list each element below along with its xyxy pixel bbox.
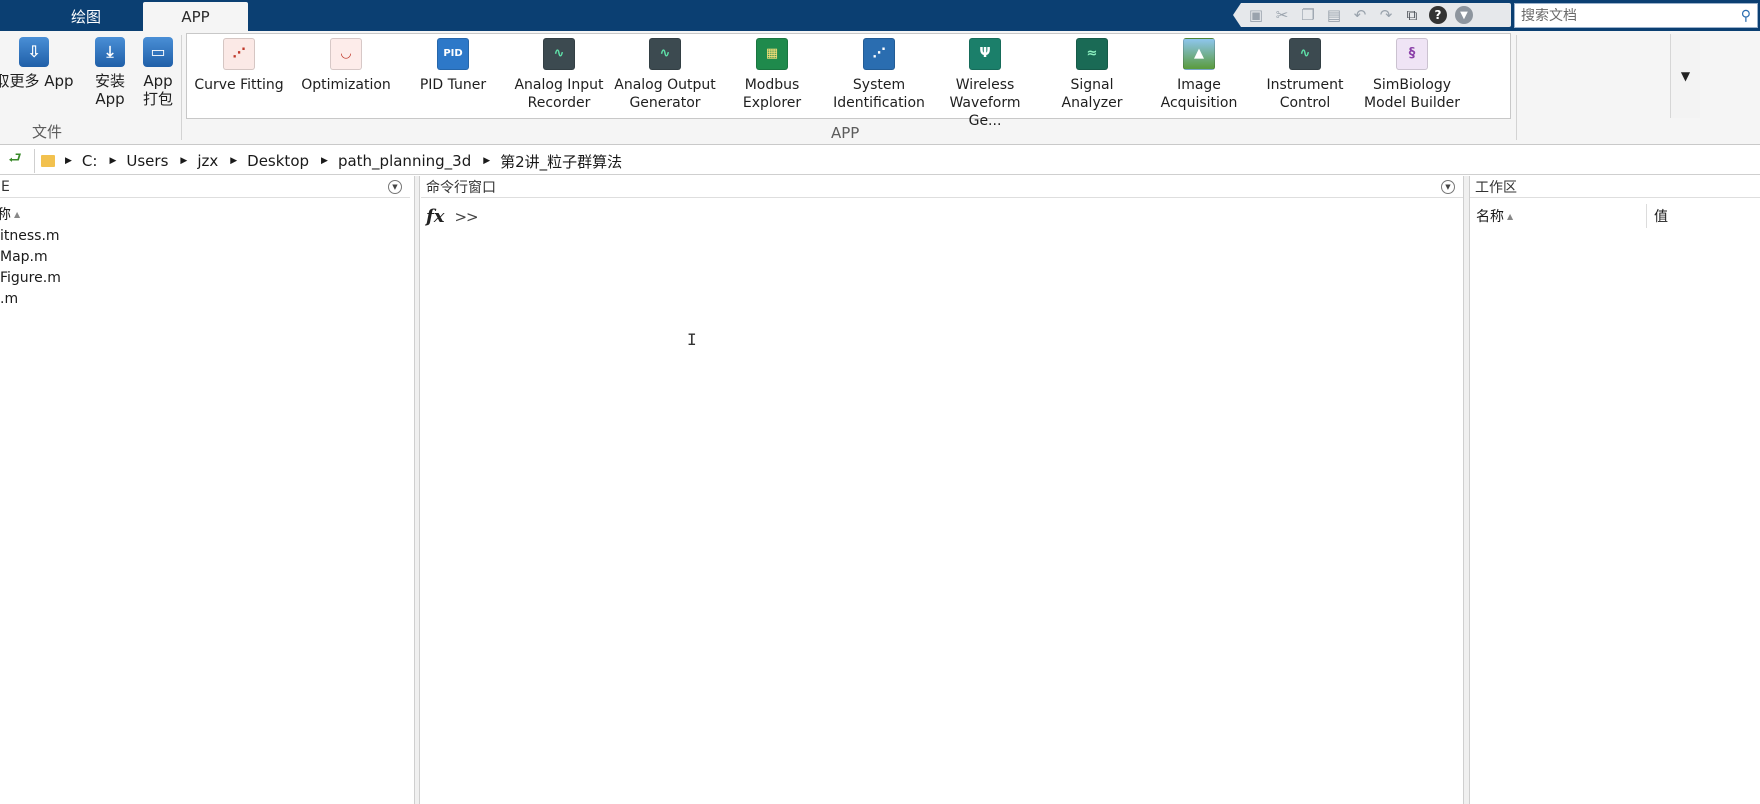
prompt-symbol: >> [454,207,478,226]
install-app-button[interactable]: ⤓ 安装 App [86,37,134,108]
folder-icon [41,155,55,167]
text-cursor-icon: I [687,330,697,349]
panel-menu-icon[interactable]: ▼ [388,180,402,194]
package-app-button[interactable]: ▭ App 打包 [134,37,182,108]
dropdown-icon[interactable]: ▼ [1451,4,1477,26]
instrument-control-icon: ∿ [1289,38,1321,70]
app-modbus-explorer[interactable]: ▦ Modbus Explorer [720,38,824,112]
panel-splitter[interactable] [1463,176,1470,804]
pid-tuner-icon: PID [437,38,469,70]
package-icon: ▭ [143,37,173,67]
wireless-waveform-icon: Ψ [969,38,1001,70]
undo-icon[interactable]: ↶ [1347,4,1373,26]
switch-windows-icon[interactable]: ⧉ [1399,4,1425,26]
breadcrumb-segment[interactable]: C: [82,152,98,170]
chevron-right-icon[interactable]: ▶ [230,156,237,166]
command-window-title: 命令行窗口 [426,179,496,196]
chevron-right-icon[interactable]: ▶ [180,156,187,166]
sort-ascending-icon: ▲ [1507,211,1514,221]
list-item[interactable]: itness.m [0,228,60,244]
column-header-name[interactable]: 名称 ▲ [1476,202,1513,230]
workspace-panel: 工作区 名称 ▲ 值 [1470,176,1760,804]
gallery-expand-button[interactable]: ▼ [1670,34,1700,118]
app-curve-fitting[interactable]: ⋰ Curve Fitting [187,38,291,94]
search-input[interactable] [1521,7,1741,24]
column-header-value[interactable]: 值 [1654,202,1668,230]
simbiology-icon: § [1396,38,1428,70]
copy-icon[interactable]: ❐ [1295,4,1321,26]
app-optimization[interactable]: ◡ Optimization [294,38,398,94]
optimization-icon: ◡ [330,38,362,70]
save-icon[interactable]: ▣ [1243,4,1269,26]
paste-icon[interactable]: ▤ [1321,4,1347,26]
chevron-right-icon[interactable]: ▶ [65,156,72,166]
search-icon[interactable]: ⚲ [1741,8,1751,24]
install-icon: ⤓ [95,37,125,67]
app-group-label: APP [831,124,860,142]
command-window[interactable]: 命令行窗口 ▼ [421,176,1463,804]
panel-splitter[interactable] [414,176,420,804]
breadcrumb-segment[interactable]: path_planning_3d [338,152,471,170]
breadcrumb-segment[interactable]: 第2讲_粒子群算法 [500,151,622,172]
analog-output-icon: ∿ [649,38,681,70]
column-header-name[interactable]: 称 ▲ [0,204,20,224]
group-divider [1516,35,1517,140]
current-folder-panel: E ▼ 称 ▲ itness.m Map.m Figure.m .m [0,176,414,804]
signal-analyzer-icon: ≈ [1076,38,1108,70]
app-signal-analyzer[interactable]: ≈ Signal Analyzer [1040,38,1144,112]
system-identification-icon: ⋰ [863,38,895,70]
title-bar: 绘图 APP ▣ ✂ ❐ ▤ ↶ ↷ ⧉ ? ▼ ⚲ [0,0,1760,31]
app-gallery: ⋰ Curve Fitting ◡ Optimization PID PID T… [186,33,1700,129]
help-icon[interactable]: ? [1425,4,1451,26]
breadcrumb-segment[interactable]: Users [126,152,168,170]
chevron-right-icon[interactable]: ▶ [109,156,116,166]
group-divider [181,35,182,140]
list-item[interactable]: .m [0,291,18,307]
ribbon: ⇩ 取更多 App ⤓ 安装 App ▭ App 打包 文件 ⋰ Curve F… [0,31,1760,145]
chevron-right-icon[interactable]: ▶ [483,156,490,166]
modbus-icon: ▦ [756,38,788,70]
app-wireless-waveform-generator[interactable]: Ψ Wireless Waveform Ge... [933,38,1037,130]
tab-plots[interactable]: 绘图 [40,2,132,31]
cut-icon[interactable]: ✂ [1269,4,1295,26]
curve-fitting-icon: ⋰ [223,38,255,70]
search-box: ⚲ [1514,3,1758,28]
breadcrumb-segment[interactable]: jzx [197,152,218,170]
app-pid-tuner[interactable]: PID PID Tuner [401,38,505,94]
get-more-apps-button[interactable]: ⇩ 取更多 App [0,37,76,90]
chevron-down-icon: ▼ [1680,69,1691,83]
workspace-title: 工作区 [1475,179,1517,196]
quick-access-toolbar: ▣ ✂ ❐ ▤ ↶ ↷ ⧉ ? ▼ [1233,3,1511,27]
app-image-acquisition[interactable]: ▲ Image Acquisition [1147,38,1251,112]
current-folder-bar: ⮐ ▶ C: ▶ Users ▶ jzx ▶ Desktop ▶ path_pl… [0,147,1760,175]
browse-folder-icon[interactable]: ⮐ [2,149,28,173]
analog-input-icon: ∿ [543,38,575,70]
download-icon: ⇩ [19,37,49,67]
command-window-header: 命令行窗口 ▼ [421,176,1463,198]
tab-apps[interactable]: APP [143,2,248,31]
app-instrument-control[interactable]: ∿ Instrument Control [1253,38,1357,112]
list-item[interactable]: Map.m [0,249,48,265]
command-prompt[interactable]: fx >> [426,206,479,227]
breadcrumb: ▶ C: ▶ Users ▶ jzx ▶ Desktop ▶ path_plan… [34,149,1760,173]
current-folder-header: E ▼ [0,176,410,198]
app-analog-input-recorder[interactable]: ∿ Analog Input Recorder [507,38,611,112]
column-divider[interactable] [1646,204,1647,228]
breadcrumb-segment[interactable]: Desktop [247,152,309,170]
image-acquisition-icon: ▲ [1183,38,1215,70]
redo-icon[interactable]: ↷ [1373,4,1399,26]
app-system-identification[interactable]: ⋰ System Identification [827,38,931,112]
app-simbiology-model-builder[interactable]: § SimBiology Model Builder [1360,38,1464,112]
sort-ascending-icon: ▲ [14,209,21,219]
workspace-header: 工作区 [1470,176,1760,198]
list-item[interactable]: Figure.m [0,270,61,286]
panel-menu-icon[interactable]: ▼ [1441,180,1455,194]
file-group-label: 文件 [32,123,63,141]
app-analog-output-generator[interactable]: ∿ Analog Output Generator [613,38,717,112]
chevron-right-icon[interactable]: ▶ [321,156,328,166]
function-browser-icon[interactable]: fx [426,206,444,227]
